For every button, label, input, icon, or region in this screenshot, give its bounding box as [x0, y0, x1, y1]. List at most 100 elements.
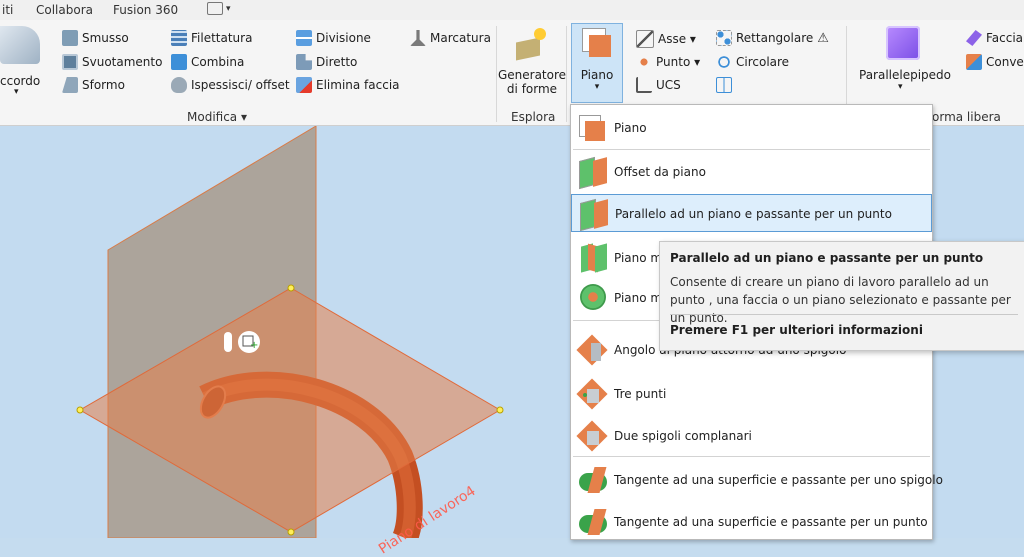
- menu-item-offset-da-piano[interactable]: Offset da piano: [571, 153, 932, 191]
- angle-plane-icon: [576, 334, 609, 366]
- direct-edit-icon: [296, 54, 312, 70]
- sketch-pattern-icon: [716, 77, 732, 93]
- thicken-icon: [171, 77, 187, 93]
- menu-item-label: Tangente ad una superficie e passante pe…: [614, 473, 943, 487]
- chevron-down-icon: ▾: [226, 4, 231, 14]
- menu-divider: [573, 149, 930, 150]
- raccordo-button[interactable]: ccordo: [0, 74, 40, 88]
- convert-icon: [966, 54, 982, 70]
- parallel-plane-point-icon: [578, 198, 610, 232]
- delete-face-icon: [296, 77, 312, 93]
- modifica-group-label[interactable]: Modifica ▾: [187, 110, 247, 124]
- menu-item-parallelo-punto[interactable]: Parallelo ad un piano e passante per un …: [571, 194, 932, 232]
- menu-item-piano[interactable]: Piano: [571, 109, 932, 147]
- circular-pattern-icon: [716, 54, 732, 70]
- tooltip-description: Consente di creare un piano di lavoro pa…: [670, 275, 1011, 325]
- tooltip-title: Parallelo ad un piano e passante per un …: [670, 251, 984, 265]
- menu-item-label: Tre punti: [614, 387, 667, 401]
- converti-button[interactable]: Conver: [966, 54, 1024, 70]
- svuotamento-button[interactable]: Svuotamento: [62, 54, 162, 70]
- chevron-down-icon: ▾: [14, 87, 19, 97]
- mirror-icon: ⚠: [817, 30, 829, 46]
- tooltip-help: Premere F1 per ulteriori informazioni: [670, 323, 923, 337]
- smusso-label: Smusso: [82, 31, 129, 45]
- torus-midplane-icon: [577, 283, 609, 313]
- rectangular-pattern-icon: [716, 30, 732, 46]
- plane-icon: [582, 28, 612, 58]
- esplora-group-label: Esplora: [511, 110, 556, 124]
- tab-partial[interactable]: iti: [2, 3, 13, 17]
- group-divider: [566, 26, 567, 122]
- midplane-icon: [577, 243, 609, 273]
- filettatura-label: Filettatura: [191, 31, 253, 45]
- tangent-edge-icon: [577, 465, 609, 495]
- thread-icon: [171, 30, 187, 46]
- divisione-label: Divisione: [316, 31, 371, 45]
- svuotamento-label: Svuotamento: [82, 55, 163, 69]
- combina-label: Combina: [191, 55, 245, 69]
- tab-collabora[interactable]: Collabora: [36, 3, 93, 17]
- marcatura-button[interactable]: Marcatura: [410, 30, 491, 46]
- faccia-button[interactable]: Faccia: [966, 30, 1023, 46]
- generatore-forme-button[interactable]: Generatore di forme: [498, 68, 566, 96]
- tangent-point-icon: [577, 507, 609, 537]
- command-tooltip: Parallelo ad un piano e passante per un …: [659, 241, 1024, 351]
- menu-item-due-spigoli[interactable]: Due spigoli complanari: [571, 417, 932, 455]
- circolare-label: Circolare: [736, 55, 790, 69]
- mark-icon: [410, 30, 426, 46]
- box-freeform-icon: [886, 26, 920, 60]
- parallelepipedo-label: Parallelepipedo: [859, 68, 952, 82]
- menu-item-label: Parallelo ad un piano e passante per un …: [615, 207, 892, 221]
- tab-overflow-button[interactable]: [207, 2, 223, 15]
- ucs-label: UCS: [656, 78, 681, 92]
- menu-item-tre-punti[interactable]: Tre punti: [571, 375, 932, 413]
- menu-item-label: Due spigoli complanari: [614, 429, 752, 443]
- menu-item-tangente-spigolo[interactable]: Tangente ad una superficie e passante pe…: [571, 461, 943, 499]
- sketch-pattern-button[interactable]: [716, 77, 732, 93]
- asse-label: Asse ▾: [658, 32, 696, 46]
- selection-glyph: +: [250, 340, 258, 351]
- filettatura-button[interactable]: Filettatura: [171, 30, 252, 46]
- diretto-button[interactable]: Diretto: [296, 54, 357, 70]
- rettangolare-button[interactable]: Rettangolare ⚠: [716, 30, 829, 46]
- raccordo-label: ccordo: [0, 74, 41, 88]
- circolare-button[interactable]: Circolare: [716, 54, 789, 70]
- menu-divider: [573, 456, 930, 457]
- sformo-label: Sformo: [82, 78, 125, 92]
- ispessisci-label: Ispessisci/ offset: [191, 78, 290, 92]
- combina-button[interactable]: Combina: [171, 54, 244, 70]
- raccordo-icon: [0, 26, 40, 64]
- ispessisci-button[interactable]: Ispessisci/ offset: [171, 77, 290, 93]
- smusso-button[interactable]: Smusso: [62, 30, 129, 46]
- group-divider: [496, 26, 497, 122]
- generatore-label-2: di forme: [506, 82, 558, 96]
- converti-label: Conver: [986, 55, 1024, 69]
- split-icon: [296, 30, 312, 46]
- menu-item-label: Piano: [614, 121, 647, 135]
- selection-glyph: [224, 332, 232, 352]
- forma-libera-group-label: orma libera: [932, 110, 1001, 124]
- plane-handle: [496, 406, 504, 414]
- sformo-button[interactable]: Sformo: [62, 77, 125, 93]
- menu-item-tangente-punto[interactable]: Tangente ad una superficie e passante pe…: [571, 503, 932, 541]
- parallelepipedo-button[interactable]: Parallelepipedo: [859, 68, 951, 82]
- chamfer-icon: [62, 30, 78, 46]
- tab-fusion-360[interactable]: Fusion 360: [113, 3, 178, 17]
- plane-handle: [76, 406, 84, 414]
- combine-icon: [171, 54, 187, 70]
- ucs-button[interactable]: UCS: [636, 77, 681, 93]
- asse-button[interactable]: Asse ▾: [636, 30, 696, 48]
- menu-item-label: Offset da piano: [614, 165, 706, 179]
- punto-button[interactable]: Punto ▾: [636, 54, 700, 70]
- piano-label: Piano: [580, 68, 614, 82]
- elimina-faccia-button[interactable]: Elimina faccia: [296, 77, 400, 93]
- menu-item-label: Tangente ad una superficie e passante pe…: [614, 515, 928, 529]
- divisione-button[interactable]: Divisione: [296, 30, 371, 46]
- rettangolare-label: Rettangolare: [736, 31, 814, 45]
- plane-icon: [577, 113, 609, 143]
- piano-button[interactable]: Piano ▾: [571, 23, 623, 103]
- menu-item-label: Piano m: [614, 291, 663, 305]
- three-points-icon: [576, 378, 609, 410]
- plane-handle: [287, 284, 295, 292]
- point-icon: [636, 54, 652, 70]
